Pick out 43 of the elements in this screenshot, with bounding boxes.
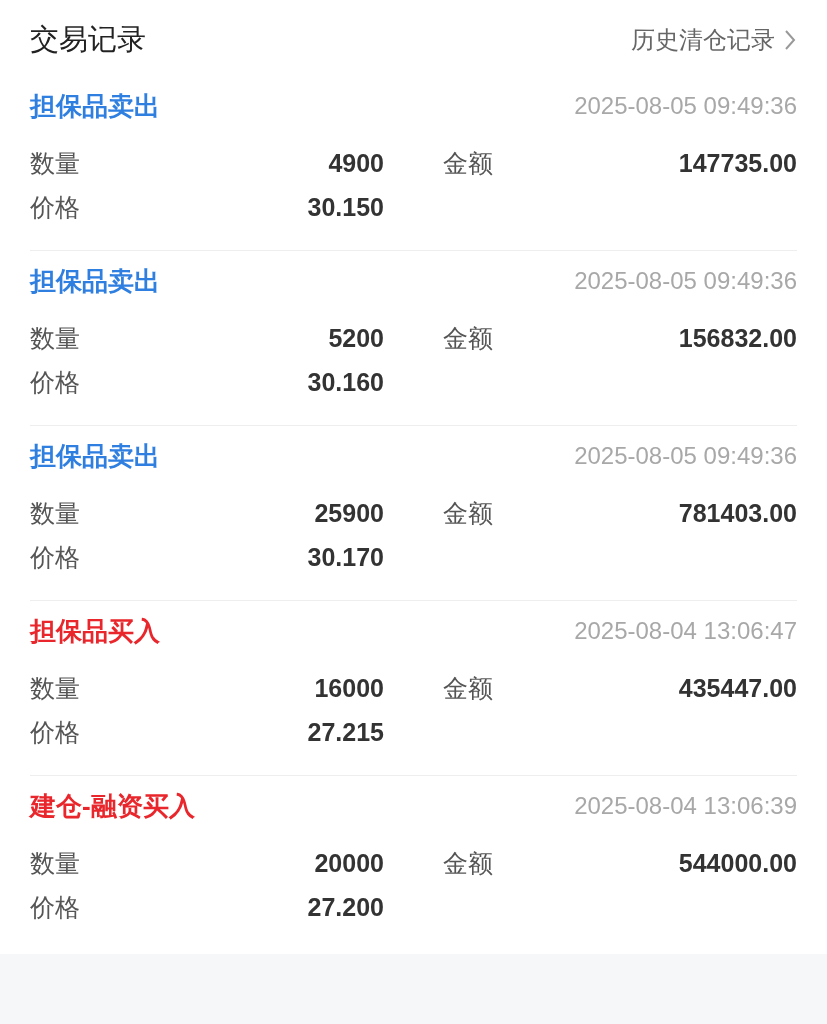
page-title: 交易记录	[30, 22, 146, 58]
field-label: 金额	[443, 148, 493, 180]
field-value: 147735.00	[678, 148, 797, 180]
field-value: 27.215	[307, 717, 384, 749]
field-label: 数量	[30, 673, 80, 705]
field-label: 价格	[30, 192, 80, 224]
trade-time: 2025-08-05 09:49:36	[574, 266, 797, 296]
trade-time: 2025-08-04 13:06:47	[574, 616, 797, 646]
field-value: 5200	[328, 323, 384, 355]
chevron-right-icon	[783, 28, 797, 52]
field-label: 价格	[30, 892, 80, 924]
field-value: 156832.00	[678, 323, 797, 355]
field-label: 数量	[30, 148, 80, 180]
field-value: 27.200	[307, 892, 384, 924]
field-value: 20000	[314, 848, 384, 880]
field-label: 金额	[443, 498, 493, 530]
field-value: 4900	[328, 148, 384, 180]
trade-type: 担保品买入	[30, 614, 160, 648]
field-label: 金额	[443, 323, 493, 355]
field-value: 30.160	[307, 367, 384, 399]
trade-time: 2025-08-05 09:49:36	[574, 441, 797, 471]
field-label: 价格	[30, 542, 80, 574]
field-label: 金额	[443, 848, 493, 880]
history-link[interactable]: 历史清仓记录	[631, 22, 797, 58]
field-value: 544000.00	[678, 848, 797, 880]
field-label: 数量	[30, 323, 80, 355]
trade-type: 建仓-融资买入	[30, 789, 195, 823]
field-label: 价格	[30, 367, 80, 399]
trade-time: 2025-08-05 09:49:36	[574, 91, 797, 121]
field-value: 30.150	[307, 192, 384, 224]
field-value: 435447.00	[678, 673, 797, 705]
field-label: 价格	[30, 717, 80, 749]
field-label: 数量	[30, 848, 80, 880]
field-value: 30.170	[307, 542, 384, 574]
field-value: 781403.00	[678, 498, 797, 530]
trade-time: 2025-08-04 13:06:39	[574, 791, 797, 821]
field-label: 数量	[30, 498, 80, 530]
trade-type: 担保品卖出	[30, 439, 160, 473]
field-value: 25900	[314, 498, 384, 530]
field-value: 16000	[314, 673, 384, 705]
field-label: 金额	[443, 673, 493, 705]
trade-type: 担保品卖出	[30, 264, 160, 298]
trade-type: 担保品卖出	[30, 89, 160, 123]
